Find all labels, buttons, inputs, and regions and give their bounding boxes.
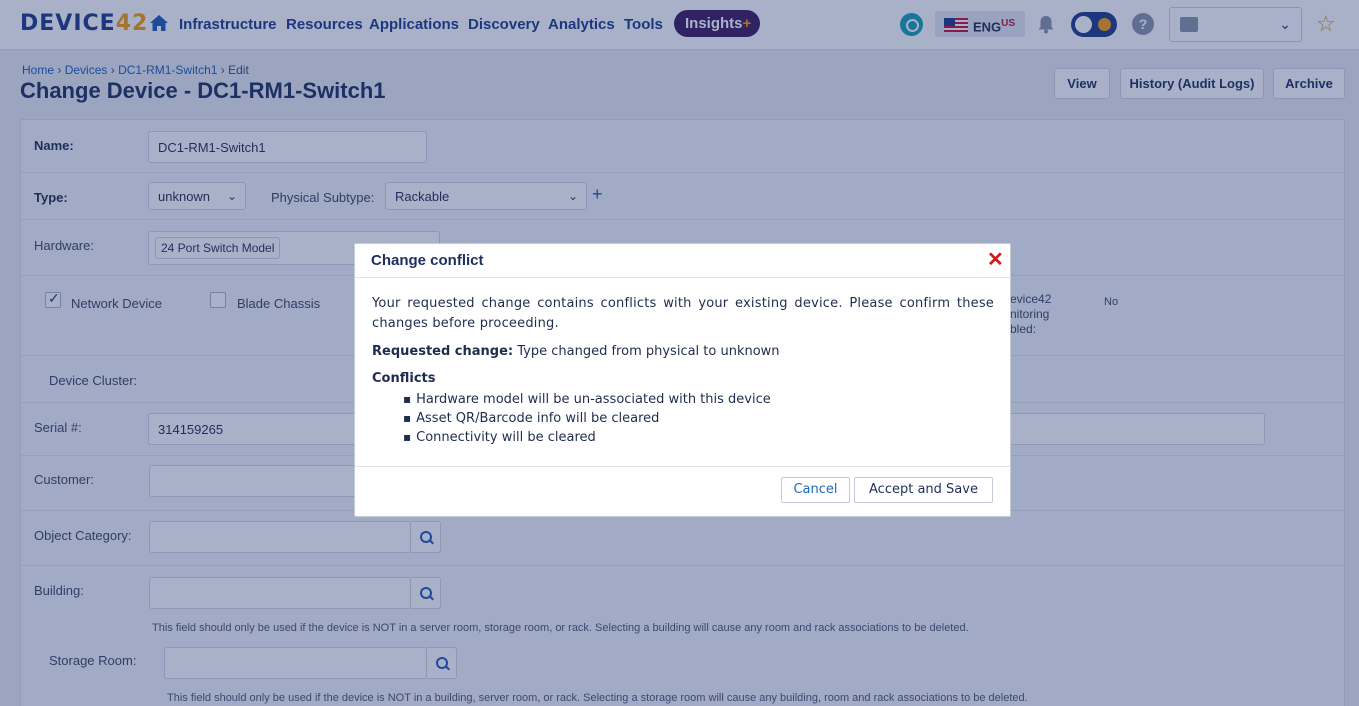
dialog-header: Change conflict ✕ bbox=[355, 244, 1010, 278]
conflict-item: Asset QR/Barcode info will be cleared bbox=[403, 409, 994, 428]
requested-change: Requested change: Type changed from phys… bbox=[372, 344, 994, 359]
accept-and-save-button[interactable]: Accept and Save bbox=[854, 477, 993, 503]
requested-change-label: Requested change: bbox=[372, 344, 514, 359]
dialog-footer-divider bbox=[355, 466, 1010, 467]
requested-change-value: Type changed from physical to unknown bbox=[517, 344, 780, 359]
close-icon[interactable]: ✕ bbox=[987, 249, 1004, 271]
conflicts-heading: Conflicts bbox=[372, 371, 436, 386]
cancel-button[interactable]: Cancel bbox=[781, 477, 850, 503]
conflict-item: Connectivity will be cleared bbox=[403, 428, 994, 447]
dialog-body: Your requested change contains conflicts… bbox=[372, 294, 994, 447]
conflict-item: Hardware model will be un-associated wit… bbox=[403, 390, 994, 409]
conflicts-list: Hardware model will be un-associated wit… bbox=[372, 390, 994, 447]
dialog-title: Change conflict bbox=[371, 252, 484, 269]
change-conflict-dialog: Change conflict ✕ Your requested change … bbox=[354, 243, 1011, 517]
conflict-message: Your requested change contains conflicts… bbox=[372, 296, 994, 331]
